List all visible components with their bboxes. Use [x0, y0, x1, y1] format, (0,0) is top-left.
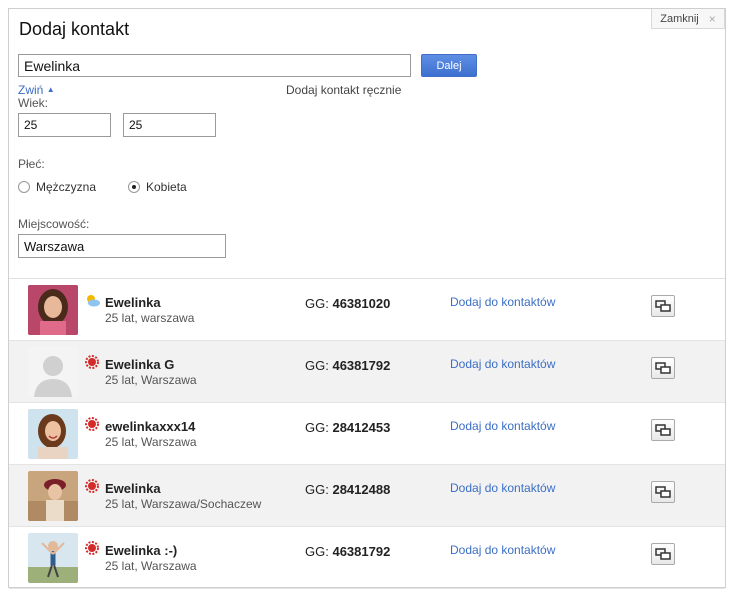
chat-button[interactable] [651, 419, 675, 441]
result-row: Ewelinka 25 lat, warszawa GG: 46381020 D… [9, 279, 725, 341]
close-icon: × [708, 11, 716, 26]
avatar [28, 409, 78, 459]
next-button[interactable]: Dalej [421, 54, 477, 77]
close-label: Zamknij [660, 12, 699, 25]
gender-option-label: Mężczyzna [36, 180, 97, 194]
chat-button[interactable] [651, 543, 675, 565]
chat-button[interactable] [651, 357, 675, 379]
add-manually-link[interactable]: Dodaj kontakt ręcznie [286, 83, 401, 97]
chat-bubbles-icon [655, 362, 671, 374]
avatar [28, 285, 78, 335]
add-to-contacts-link[interactable]: Dodaj do kontaktów [450, 419, 555, 433]
chat-bubbles-icon [655, 424, 671, 436]
collapse-label: Zwiń [18, 83, 44, 97]
contact-description: 25 lat, Warszawa [105, 373, 197, 387]
gg-number: GG: 28412488 [305, 482, 391, 497]
city-label: Miejscowość: [18, 217, 90, 231]
chat-bubbles-icon [655, 548, 671, 560]
gender-option-label: Kobieta [146, 180, 187, 194]
add-to-contacts-link[interactable]: Dodaj do kontaktów [450, 543, 555, 557]
contact-name: Ewelinka [105, 295, 161, 310]
radio-checked-icon [128, 181, 140, 193]
result-row: Ewelinka G 25 lat, Warszawa GG: 46381792… [9, 341, 725, 403]
avatar [28, 471, 78, 521]
triangle-up-icon: ▲ [46, 85, 55, 94]
radio-unchecked-icon [18, 181, 30, 193]
avatar [28, 347, 78, 397]
search-input[interactable] [18, 54, 411, 77]
sun-cloud-icon [84, 293, 100, 307]
gender-option-male[interactable]: Mężczyzna [18, 180, 96, 194]
result-row: Ewelinka :-) 25 lat, Warszawa GG: 463817… [9, 527, 725, 589]
avatar [28, 533, 78, 583]
red-sun-icon [84, 541, 100, 555]
contact-description: 25 lat, Warszawa [105, 435, 197, 449]
gender-label: Płeć: [18, 157, 45, 171]
gg-number: GG: 46381020 [305, 296, 391, 311]
gg-number: GG: 46381792 [305, 544, 391, 559]
age-label: Wiek: [18, 96, 48, 110]
contact-name: Ewelinka [105, 481, 161, 496]
result-row: Ewelinka 25 lat, Warszawa/Sochaczew GG: … [9, 465, 725, 527]
contact-description: 25 lat, Warszawa/Sochaczew [105, 497, 262, 511]
contact-description: 25 lat, Warszawa [105, 559, 197, 573]
age-to-input[interactable] [123, 113, 216, 137]
city-input[interactable] [18, 234, 226, 258]
close-button[interactable]: Zamknij × [651, 9, 725, 29]
gender-option-female[interactable]: Kobieta [128, 180, 187, 194]
result-row: ewelinkaxxx14 25 lat, Warszawa GG: 28412… [9, 403, 725, 465]
contact-name: ewelinkaxxx14 [105, 419, 196, 434]
search-results-list: Ewelinka 25 lat, warszawa GG: 46381020 D… [9, 278, 725, 589]
add-to-contacts-link[interactable]: Dodaj do kontaktów [450, 295, 555, 309]
chat-button[interactable] [651, 481, 675, 503]
add-to-contacts-link[interactable]: Dodaj do kontaktów [450, 357, 555, 371]
gg-number: GG: 28412453 [305, 420, 391, 435]
chat-bubbles-icon [655, 300, 671, 312]
red-sun-icon [84, 479, 100, 493]
chat-button[interactable] [651, 295, 675, 317]
red-sun-icon [84, 417, 100, 431]
red-sun-icon [84, 355, 100, 369]
gg-number: GG: 46381792 [305, 358, 391, 373]
collapse-link[interactable]: Zwiń ▲ [18, 83, 55, 97]
add-to-contacts-link[interactable]: Dodaj do kontaktów [450, 481, 555, 495]
dialog-title: Dodaj kontakt [19, 19, 130, 39]
age-from-input[interactable] [18, 113, 111, 137]
chat-bubbles-icon [655, 486, 671, 498]
contact-name: Ewelinka :-) [105, 543, 178, 558]
contact-name: Ewelinka G [105, 357, 175, 372]
contact-description: 25 lat, warszawa [105, 311, 195, 325]
